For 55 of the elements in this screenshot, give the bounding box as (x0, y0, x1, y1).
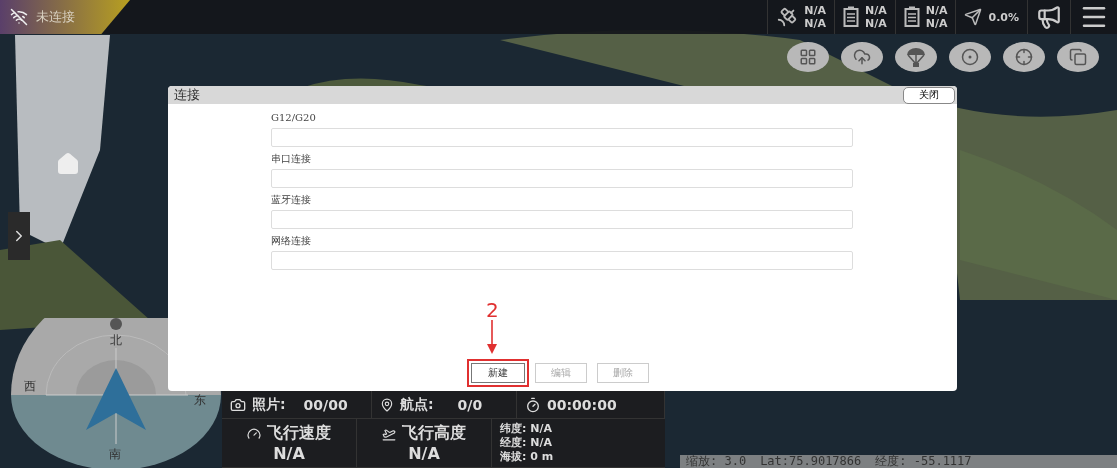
waypoints-label: 航点: (400, 395, 434, 414)
telemetry-value: N/A (925, 17, 948, 30)
connection-text: 未连接 (36, 8, 75, 26)
camera-icon (230, 396, 246, 413)
photos-value: 00/00 (303, 396, 348, 413)
camera-lens-icon (961, 48, 979, 66)
speed-value: N/A (273, 444, 305, 463)
compass-west-label: 西 (24, 378, 36, 395)
connection-list-field[interactable] (271, 128, 853, 147)
map-status-text: 缩放: 3.0 (686, 455, 747, 468)
close-button[interactable]: 关闭 (903, 86, 955, 104)
telemetry-value: N/A (925, 4, 948, 17)
altitude-value: N/A (408, 444, 440, 463)
position-text: 纬度: N/A (500, 422, 553, 436)
section-label: 网络连接 (271, 234, 311, 248)
altitude-label: 飞行高度 (402, 423, 466, 444)
megaphone-icon[interactable] (1036, 4, 1062, 30)
paper-plane-icon (964, 8, 983, 26)
section-label: 串口连接 (271, 152, 311, 166)
section-label: G12/G20 (271, 111, 316, 125)
timer-value: 00:00:00 (547, 396, 617, 413)
satellite-icon (776, 6, 799, 28)
disconnected-icon (10, 8, 28, 26)
position-text: 海拔: 0 m (500, 450, 555, 464)
tiles-icon (799, 48, 817, 66)
photos-label: 照片: (252, 395, 286, 414)
waypoints-value: 0/0 (457, 396, 483, 413)
map-status-text: Lat:75.9017866 (760, 455, 862, 468)
speed-icon (247, 426, 261, 441)
telemetry-value: 0.0% (988, 10, 1019, 24)
annotation-number: 2 (486, 300, 499, 320)
telemetry-value: N/A (865, 4, 887, 17)
telemetry-value: N/A (865, 17, 887, 30)
annotation-arrow (487, 320, 498, 354)
waypoint-icon (380, 397, 394, 412)
parachute-icon (905, 46, 927, 68)
battery-icon (843, 6, 859, 28)
crosshair-icon (1015, 48, 1033, 66)
compass-north-label: 北 (110, 332, 122, 349)
connection-list-field[interactable] (271, 169, 853, 188)
compass-south-label: 南 (109, 446, 121, 463)
section-label: 蓝牙连接 (271, 193, 311, 207)
layers-icon (1069, 48, 1087, 66)
compass-east-label: 东 (194, 392, 206, 409)
telemetry-value: N/A (804, 4, 826, 17)
dialog-title: 连接 (174, 86, 200, 104)
connection-list-field[interactable] (271, 251, 853, 270)
cloud-upload-icon (853, 48, 871, 66)
speed-label: 飞行速度 (267, 423, 331, 444)
battery-icon (903, 6, 920, 28)
position-text: 经度: N/A (500, 436, 553, 450)
map-status-text: 经度: -55.1117 (875, 455, 972, 468)
stopwatch-icon (525, 396, 541, 413)
telemetry-value: N/A (804, 17, 826, 30)
connection-list-field[interactable] (271, 210, 853, 229)
